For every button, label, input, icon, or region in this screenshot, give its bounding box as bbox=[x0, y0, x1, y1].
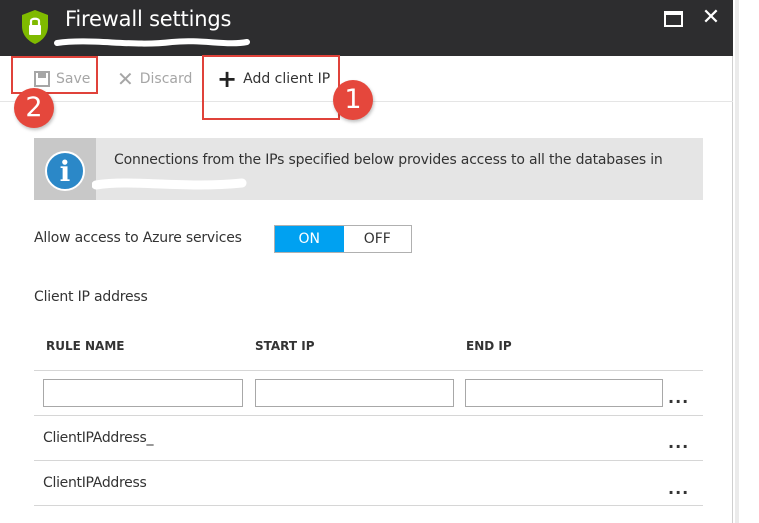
blade-title: Firewall settings bbox=[65, 7, 232, 31]
discard-label: Discard bbox=[139, 71, 193, 87]
info-icon-box: i bbox=[34, 138, 96, 200]
start-ip-input[interactable] bbox=[255, 379, 454, 407]
allow-azure-toggle: ON OFF bbox=[274, 225, 412, 253]
table-divider bbox=[34, 505, 703, 506]
rule-name-input[interactable] bbox=[43, 379, 243, 407]
table-divider bbox=[34, 370, 703, 371]
more-options-icon[interactable]: ... bbox=[668, 388, 689, 407]
more-options-icon[interactable]: ... bbox=[668, 479, 689, 498]
redacted-scribble bbox=[92, 178, 247, 190]
table-divider bbox=[34, 415, 703, 416]
annotation-box-add-client-ip bbox=[202, 55, 340, 120]
client-ip-section-label: Client IP address bbox=[34, 289, 148, 305]
firewall-settings-blade: Firewall settings ✕ Save ✕ Discard + Add… bbox=[0, 0, 733, 523]
info-icon: i bbox=[45, 151, 85, 191]
info-banner-text: Connections from the IPs specified below… bbox=[114, 152, 663, 168]
toggle-off-option[interactable]: OFF bbox=[343, 226, 411, 252]
column-header-end-ip: END IP bbox=[466, 339, 512, 353]
annotation-box-save bbox=[11, 56, 98, 94]
column-header-rule-name: RULE NAME bbox=[46, 339, 125, 353]
column-header-start-ip: START IP bbox=[255, 339, 315, 353]
maximize-icon[interactable] bbox=[664, 11, 683, 27]
table-row-rule-name: ClientIPAddress bbox=[43, 475, 147, 491]
table-row-rule-name: ClientIPAddress_ bbox=[43, 430, 154, 446]
redacted-scribble bbox=[54, 38, 250, 47]
close-icon[interactable]: ✕ bbox=[699, 6, 723, 30]
toggle-on-option[interactable]: ON bbox=[275, 226, 344, 252]
discard-button[interactable]: ✕ Discard bbox=[117, 56, 192, 102]
end-ip-input[interactable] bbox=[465, 379, 663, 407]
more-options-icon[interactable]: ... bbox=[668, 433, 689, 452]
blade-header: Firewall settings ✕ bbox=[0, 0, 733, 56]
discard-x-icon: ✕ bbox=[117, 67, 134, 91]
annotation-badge-2: 2 bbox=[14, 88, 54, 128]
allow-azure-label: Allow access to Azure services bbox=[34, 230, 242, 246]
annotation-badge-1: 1 bbox=[333, 80, 373, 120]
scrollbar-track bbox=[735, 0, 739, 523]
table-divider bbox=[34, 460, 703, 461]
shield-lock-icon bbox=[22, 10, 48, 44]
